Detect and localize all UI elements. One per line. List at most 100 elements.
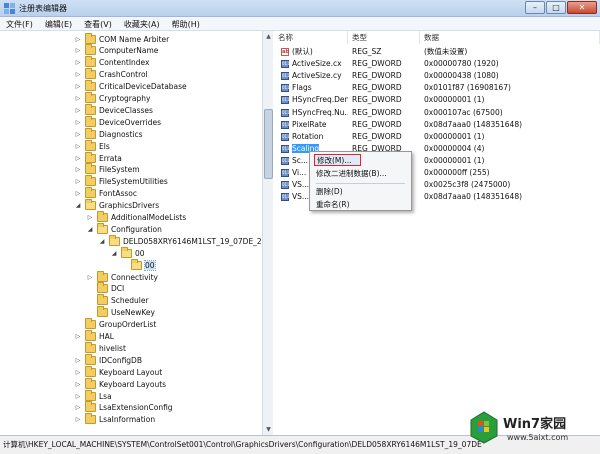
expand-arrow-icon[interactable]: ▷ — [74, 166, 82, 174]
tree-item[interactable]: GroupOrderList — [74, 318, 156, 331]
menu-help[interactable]: 帮助(H) — [166, 17, 206, 30]
tree-item[interactable]: ▷ IDConfigDB — [74, 353, 142, 366]
value-data: 0x08d7aaa0 (148351648) — [424, 192, 523, 202]
maximize-button[interactable]: □ — [546, 1, 566, 14]
value-row[interactable]: 011 HSyncFreq.Nu... REG_DWORD 0x000107ac (6… — [274, 107, 600, 119]
expand-arrow-icon[interactable]: ▷ — [74, 404, 82, 412]
expand-arrow-icon[interactable]: ▷ — [74, 356, 82, 364]
expand-arrow-icon[interactable]: ▷ — [86, 273, 94, 281]
tree-item[interactable]: ▷ Errata — [74, 151, 122, 164]
context-delete[interactable]: 删除(D) — [316, 186, 343, 198]
column-data[interactable]: 数据 — [420, 31, 600, 44]
context-modify-binary[interactable]: 修改二进制数据(B)... — [316, 168, 387, 180]
value-row[interactable]: 011HSyncFreq.Den... REG_DWORD 0x00000001 (… — [274, 94, 600, 106]
expand-arrow-icon[interactable]: ▷ — [74, 35, 82, 43]
value-row[interactable]: 011 Rotation REG_DWORD 0x00000001 (1) — [274, 131, 600, 143]
value-type: REG_DWORD — [352, 119, 402, 129]
expand-arrow-icon[interactable]: ▷ — [74, 392, 82, 400]
value-type: REG_DWORD — [352, 83, 402, 93]
collapse-arrow-icon[interactable]: ◢ — [74, 202, 82, 210]
tree-item[interactable]: hivelist — [74, 341, 126, 354]
tree-item[interactable]: ▷ Cryptography — [74, 92, 150, 105]
tree-item[interactable]: ▷ ContentIndex — [74, 56, 149, 69]
expand-arrow-icon[interactable]: ▷ — [74, 47, 82, 55]
scroll-up-icon[interactable]: ▲ — [264, 32, 273, 41]
expand-arrow-icon[interactable]: ▷ — [74, 190, 82, 198]
collapse-arrow-icon[interactable]: ◢ — [86, 225, 94, 233]
menu-favorites[interactable]: 收藏夹(A) — [118, 17, 166, 30]
tree-item[interactable]: ◢ 00 — [110, 246, 145, 259]
folder-icon — [85, 127, 96, 139]
expand-arrow-icon[interactable]: ▷ — [74, 118, 82, 126]
expand-arrow-icon[interactable]: ▷ — [74, 380, 82, 388]
tree-item[interactable]: ▷ CriticalDeviceDatabase — [74, 80, 187, 93]
value-row[interactable]: ab (默认) REG_SZ (数值未设置) — [274, 46, 600, 58]
tree-item[interactable]: ▷ FontAssoc — [74, 187, 137, 200]
tree-scrollbar[interactable]: ▲ ▼ — [262, 31, 273, 435]
tree-item[interactable]: ▷ Diagnostics — [74, 127, 143, 140]
menu-edit[interactable]: 编辑(E) — [39, 17, 78, 30]
scroll-thumb[interactable] — [264, 109, 273, 179]
column-type[interactable]: 类型 — [348, 31, 420, 44]
expand-arrow-icon[interactable]: ▷ — [74, 106, 82, 114]
collapse-arrow-icon[interactable]: ◢ — [110, 249, 118, 257]
value-row[interactable]: 011 Flags REG_DWORD 0x0101f87 (16908167) — [274, 82, 600, 94]
tree-item[interactable]: ▷ LsaInformation — [74, 413, 155, 426]
tree-item[interactable]: ▷ LsaExtensionConfig — [74, 401, 173, 414]
context-modify[interactable]: 修改(M)... — [314, 154, 361, 166]
minimize-button[interactable]: – — [525, 1, 545, 14]
tree-item[interactable]: ▷ HAL — [74, 330, 114, 343]
context-rename[interactable]: 重命名(R) — [316, 199, 350, 211]
tree-item[interactable]: ▷ FileSystemUtilities — [74, 175, 168, 188]
collapse-arrow-icon[interactable]: ◢ — [98, 237, 106, 245]
tree-item[interactable]: ▷ COM Name Arbiter — [74, 32, 169, 45]
tree-item[interactable]: ▷ AdditionalModeLists — [86, 211, 186, 224]
close-button[interactable]: ✕ — [567, 1, 597, 14]
tree-item[interactable]: Scheduler — [86, 294, 149, 307]
expand-arrow-icon[interactable]: ▷ — [74, 142, 82, 150]
expand-arrow-icon[interactable]: ▷ — [74, 368, 82, 376]
tree-item[interactable]: ▷ CrashControl — [74, 68, 148, 81]
tree-item-label: DeviceOverrides — [99, 117, 162, 127]
menu-view[interactable]: 查看(V) — [78, 17, 118, 30]
tree-item-label: HAL — [99, 332, 114, 341]
expand-arrow-icon[interactable]: ▷ — [74, 71, 82, 79]
tree-item[interactable]: ▷ DeviceOverrides — [74, 115, 162, 128]
expand-arrow-icon[interactable]: ▷ — [74, 59, 82, 67]
expand-arrow-icon[interactable]: ▷ — [74, 130, 82, 138]
expand-arrow-icon[interactable]: ▷ — [74, 333, 82, 341]
tree-item[interactable]: 00 — [120, 258, 156, 271]
folder-icon — [97, 270, 108, 282]
tree-item[interactable]: ▷ Connectivity — [86, 270, 158, 283]
values-list[interactable]: 名称 类型 数据 ab (默认) REG_SZ (数值未设置) 011 ActiveSiz… — [274, 31, 600, 435]
expand-arrow-icon[interactable]: ▷ — [74, 416, 82, 424]
tree-item[interactable]: ▷ Els — [74, 139, 110, 152]
tree-item-label: CrashControl — [99, 70, 148, 80]
tree-item[interactable]: ▷ DeviceClasses — [74, 103, 153, 116]
expand-arrow-icon[interactable]: ▷ — [74, 83, 82, 91]
tree-item[interactable]: DCI — [86, 282, 124, 295]
tree-item[interactable]: ▷ Keyboard Layouts — [74, 377, 166, 390]
tree-item[interactable]: ▷ Lsa — [74, 389, 112, 402]
registry-tree[interactable]: ▷ COM Name Arbiter ▷ ComputerName ▷ ContentIn… — [0, 31, 273, 435]
tree-item[interactable]: ▷ Keyboard Layout — [74, 365, 162, 378]
tree-item[interactable]: ◢ Configuration — [86, 222, 162, 235]
value-row[interactable]: 011 PixelRate REG_DWORD 0x08d7aaa0 (1483516… — [274, 119, 600, 131]
value-data: 0x00000438 (1080) — [424, 71, 499, 81]
column-name[interactable]: 名称 — [274, 31, 348, 44]
expand-arrow-icon[interactable]: ▷ — [74, 178, 82, 186]
scroll-down-icon[interactable]: ▼ — [264, 425, 273, 434]
value-row[interactable]: 011 ActiveSize.cy REG_DWORD 0x00000438 (108… — [274, 70, 600, 82]
tree-item[interactable]: ◢ DELD058XRY6146M1LST_19_07DE_2C^47BC — [98, 234, 272, 247]
menu-file[interactable]: 文件(F) — [0, 17, 39, 30]
expand-arrow-icon[interactable]: ▷ — [74, 95, 82, 103]
tree-item[interactable]: ◢ GraphicsDrivers — [74, 199, 159, 212]
value-type: REG_DWORD — [352, 71, 402, 81]
value-row[interactable]: 011 ActiveSize.cx REG_DWORD 0x00000780 (192… — [274, 58, 600, 70]
tree-item[interactable]: ▷ ComputerName — [74, 44, 158, 57]
expand-arrow-icon[interactable]: ▷ — [74, 154, 82, 162]
tree-item[interactable]: ▷ FileSystem — [74, 163, 140, 176]
tree-item[interactable]: UseNewKey — [86, 306, 155, 319]
value-data: (数值未设置) — [424, 47, 468, 56]
expand-arrow-icon[interactable]: ▷ — [86, 214, 94, 222]
